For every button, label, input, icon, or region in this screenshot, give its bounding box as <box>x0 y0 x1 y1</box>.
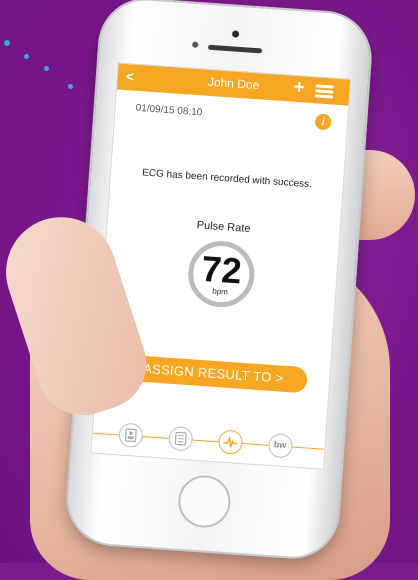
tab-report[interactable] <box>168 426 194 452</box>
profile-card-icon <box>123 428 138 443</box>
dot <box>68 84 73 89</box>
bw-logo-icon: bw <box>269 439 291 450</box>
dot <box>24 54 29 59</box>
pulse-rate-label: Pulse Rate <box>107 213 339 241</box>
pulse-rate-gauge: 72 bpm <box>186 239 256 309</box>
menu-icon[interactable] <box>315 84 334 98</box>
dot <box>4 40 10 46</box>
front-camera <box>192 42 198 48</box>
tab-ecg[interactable] <box>218 429 244 455</box>
navigation-bar: < John Doe + <box>117 63 350 105</box>
dot <box>44 66 49 71</box>
record-datetime: 01/09/15 08:10 <box>135 103 202 119</box>
tab-profile[interactable] <box>118 422 144 448</box>
status-message: ECG has been recorded with success. <box>111 165 343 192</box>
front-sensor <box>232 30 239 37</box>
home-button[interactable] <box>177 474 233 530</box>
add-button[interactable]: + <box>293 77 306 100</box>
tab-bw[interactable]: bw <box>268 433 294 459</box>
assign-result-button[interactable]: ASSIGN RESULT TO > <box>119 354 308 393</box>
app-screen: < John Doe + 01/09/15 08:10 i ECG has be… <box>90 62 351 469</box>
ecg-heartbeat-icon <box>223 435 238 450</box>
report-document-icon <box>173 431 188 446</box>
info-icon[interactable]: i <box>315 113 332 130</box>
earpiece-speaker <box>208 45 262 54</box>
